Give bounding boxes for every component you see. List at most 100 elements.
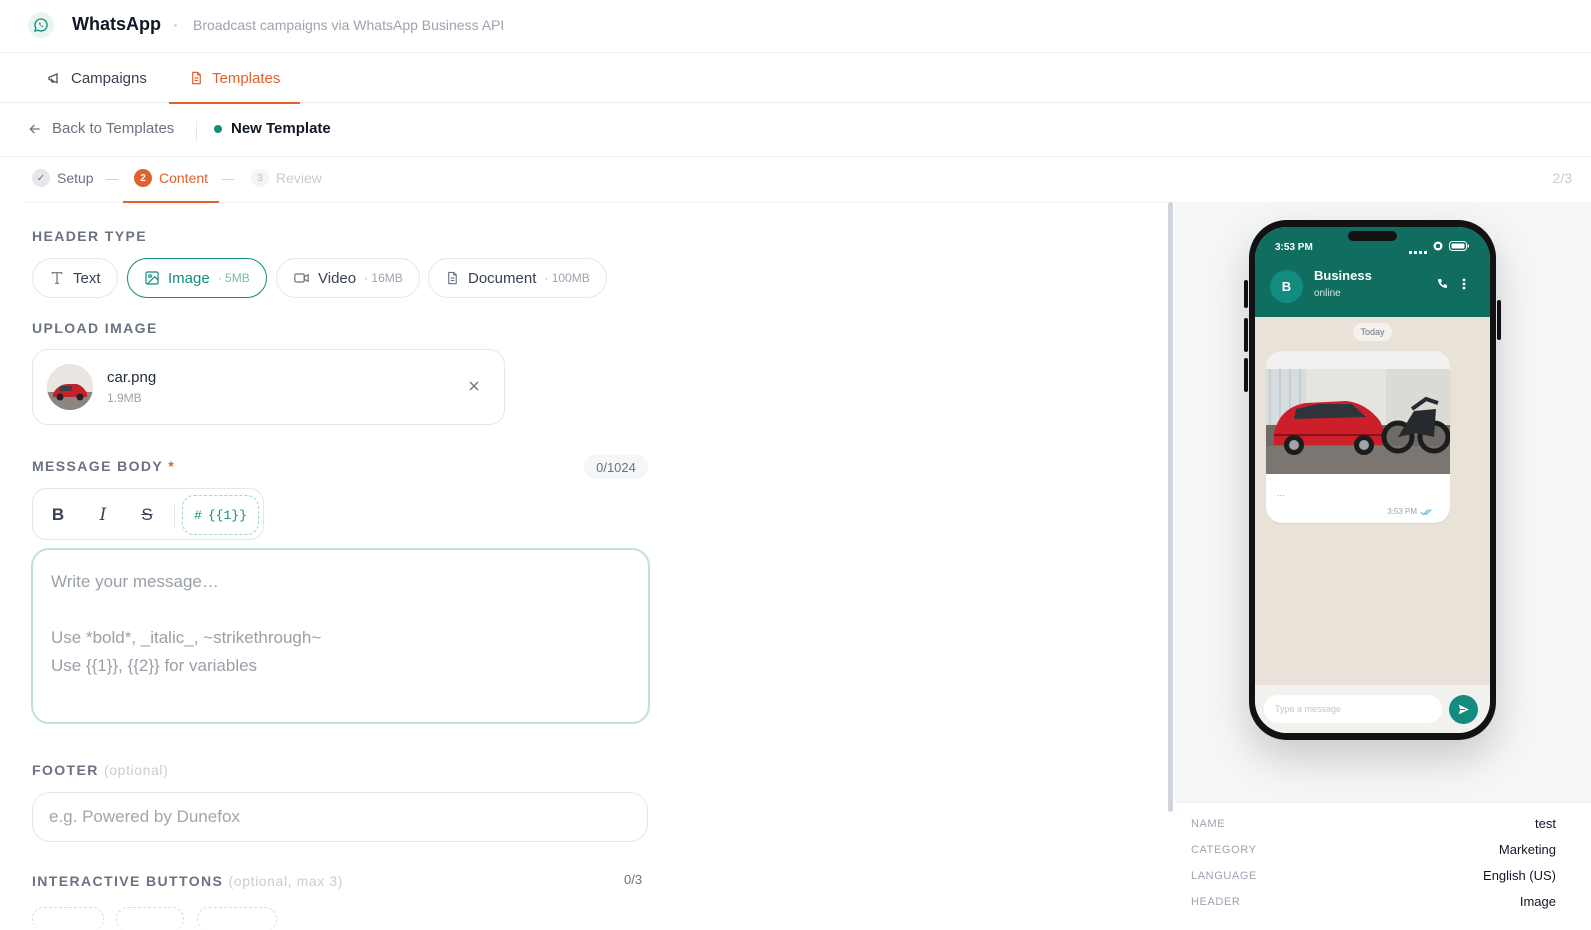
step-review[interactable]: 3 Review: [251, 169, 322, 187]
tab-templates-label: Templates: [212, 69, 281, 87]
summary-key: LANGUAGE: [1191, 869, 1257, 882]
video-icon: [294, 273, 309, 283]
footer-label: FOOTER (optional): [32, 762, 168, 778]
scrollbar[interactable]: [1168, 202, 1173, 812]
chat-input-placeholder: Type a message: [1275, 704, 1342, 714]
char-counter: 0/1024: [584, 455, 648, 479]
message-time: 3:53 PM: [1387, 507, 1417, 516]
header-image: [1266, 351, 1450, 474]
main-nav: Campaigns Templates: [0, 53, 1591, 104]
contact-avatar: B: [1270, 270, 1303, 303]
back-to-templates-link[interactable]: Back to Templates: [28, 120, 174, 137]
header-option-label: Video: [318, 269, 357, 287]
message-body-textarea[interactable]: Write your message… Use *bold*, _italic_…: [31, 548, 650, 724]
arrow-left-icon: [29, 123, 40, 134]
step-setup[interactable]: ✓ Setup: [32, 169, 94, 187]
summary-row-category: CATEGORY Marketing: [1191, 842, 1556, 857]
app-title: WhatsApp: [72, 14, 161, 34]
document-icon: [448, 271, 457, 285]
chat-input-field[interactable]: Type a message: [1264, 695, 1442, 723]
text-icon: [51, 272, 63, 284]
summary-value: test: [1535, 816, 1556, 831]
status-bar-time: 3:53 PM: [1275, 242, 1313, 253]
phone-volume-button: [1244, 280, 1248, 308]
insert-variable-button[interactable]: # {{1}}: [182, 495, 259, 535]
footer-optional: (optional): [104, 762, 169, 778]
summary-row-name: NAME test: [1191, 816, 1556, 831]
template-summary: NAME test CATEGORY Marketing LANGUAGE En…: [1175, 802, 1591, 930]
date-divider: Today: [1353, 323, 1392, 341]
footer-input[interactable]: e.g. Powered by Dunefox: [32, 792, 648, 842]
message-placeholder: Write your message… Use *bold*, _italic_…: [51, 572, 322, 675]
send-icon: [1458, 704, 1469, 715]
footer-placeholder: e.g. Powered by Dunefox: [49, 807, 240, 826]
add-button-chip[interactable]: [32, 907, 104, 930]
summary-value: Image: [1519, 894, 1556, 909]
header-option-size: · 16MB: [364, 271, 403, 285]
buttons-title: INTERACTIVE BUTTONS: [32, 873, 224, 889]
toolbar-divider: [174, 503, 175, 527]
step-setup-label: Setup: [57, 170, 94, 186]
header-option-size: · 5MB: [217, 271, 250, 285]
bold-button[interactable]: B: [44, 501, 72, 529]
summary-value: Marketing: [1498, 842, 1556, 857]
step-number: 2: [134, 169, 152, 187]
header-option-text[interactable]: Text: [32, 258, 118, 298]
footer-title: FOOTER: [32, 762, 99, 778]
phone-call-icon[interactable]: [1436, 278, 1448, 290]
bubble-body-text: ...: [1277, 488, 1285, 498]
summary-row-language: LANGUAGE English (US): [1191, 868, 1556, 883]
italic-button[interactable]: I: [89, 501, 117, 529]
header-option-document[interactable]: Document · 100MB: [428, 258, 607, 298]
uploaded-file-card: car.png 1.9MB: [32, 349, 505, 425]
tab-campaigns[interactable]: Campaigns: [47, 53, 147, 103]
document-icon: [192, 71, 201, 85]
header-type-label: HEADER TYPE: [32, 228, 147, 244]
tab-templates[interactable]: Templates: [169, 53, 301, 104]
step-check-icon: ✓: [32, 169, 50, 187]
file-size: 1.9MB: [107, 391, 142, 405]
image-icon: [145, 271, 159, 285]
whatsapp-logo-icon: [28, 12, 54, 38]
app-subtitle: Broadcast campaigns via WhatsApp Busines…: [193, 17, 505, 33]
page-title: New Template: [231, 120, 331, 137]
file-thumbnail: [47, 364, 93, 410]
summary-key: NAME: [1191, 817, 1226, 830]
file-name: car.png: [107, 369, 157, 386]
top-bar: WhatsApp Broadcast campaigns via WhatsAp…: [0, 0, 1591, 53]
variable-label: {{1}}: [207, 507, 247, 523]
dnd-icon: [1433, 241, 1443, 251]
interactive-buttons-label: INTERACTIVE BUTTONS (optional, max 3): [32, 873, 343, 889]
buttons-count: 0/3: [624, 872, 643, 887]
title-separator: [174, 24, 177, 27]
header-option-label: Image: [168, 269, 210, 287]
summary-row-header: HEADER Image: [1191, 894, 1556, 909]
phone-volume-button: [1244, 358, 1248, 392]
add-button-chip[interactable]: [197, 907, 277, 930]
phone-screen: 3:53 PM B Business online Today ... 3:53…: [1255, 227, 1490, 733]
send-button[interactable]: [1449, 695, 1478, 724]
breadcrumb: Back to Templates New Template: [0, 103, 1591, 157]
hash-icon: #: [194, 507, 202, 523]
more-vertical-icon[interactable]: [1462, 278, 1466, 290]
format-toolbar: B I S # {{1}}: [32, 488, 264, 540]
header-option-label: Text: [73, 269, 101, 287]
step-connector: [222, 179, 234, 180]
header-option-image[interactable]: Image · 5MB: [127, 258, 267, 298]
stepper: ✓ Setup 2 Content 3 Review 2/3: [22, 157, 1577, 203]
remove-file-icon[interactable]: [466, 378, 482, 394]
add-button-chip[interactable]: [116, 907, 184, 930]
header-option-video[interactable]: Video · 16MB: [276, 258, 420, 298]
strikethrough-button[interactable]: S: [133, 501, 161, 529]
required-mark: *: [168, 458, 176, 474]
message-bubble: ... 3:53 PM: [1266, 351, 1450, 523]
message-body-title: MESSAGE BODY: [32, 458, 163, 474]
current-page-title: New Template: [214, 120, 331, 137]
summary-key: HEADER: [1191, 895, 1241, 908]
signal-icon: [1409, 251, 1427, 254]
header-option-size: · 100MB: [544, 271, 590, 285]
tab-campaigns-label: Campaigns: [71, 69, 147, 87]
active-step-underline: [123, 201, 219, 203]
step-content[interactable]: 2 Content: [134, 169, 208, 187]
step-review-label: Review: [276, 170, 322, 186]
